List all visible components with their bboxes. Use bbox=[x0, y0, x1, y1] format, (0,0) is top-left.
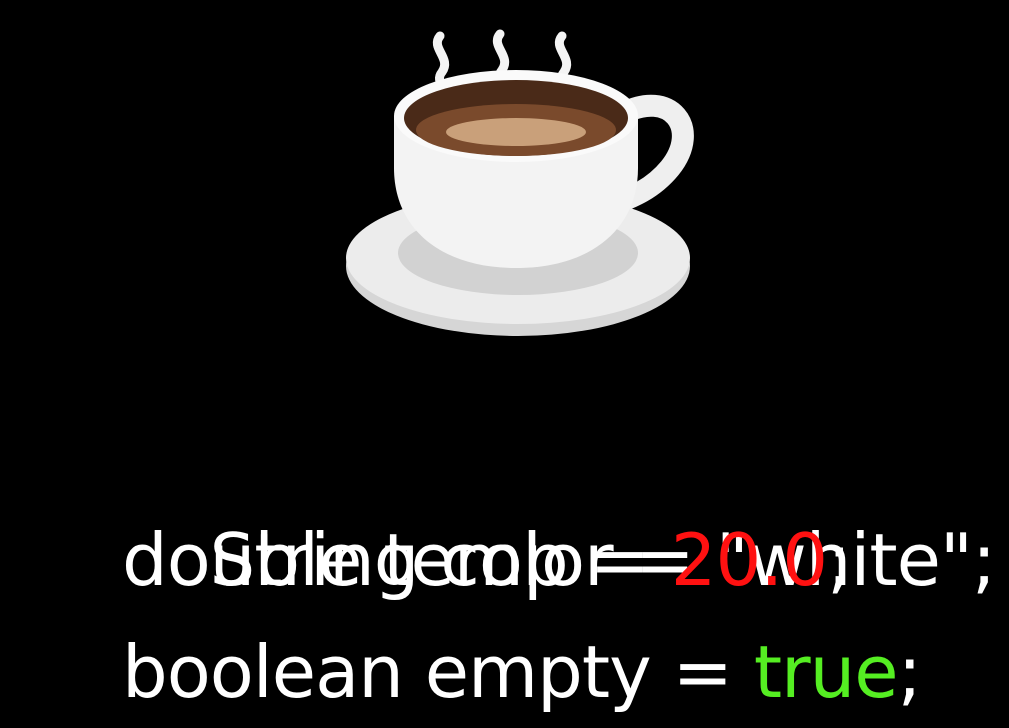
slide: { "colors": { "background": "#000000", "… bbox=[0, 0, 1009, 726]
boolean-declaration: boolean empty = bbox=[122, 630, 754, 714]
boolean-terminator: ; bbox=[897, 630, 922, 714]
code-line-string: String color = "white"; bbox=[122, 392, 1002, 602]
double-value: 20.0 bbox=[670, 518, 828, 602]
boolean-value: true bbox=[753, 630, 899, 714]
double-declaration: double temp = bbox=[122, 518, 671, 602]
coffee-cup-icon bbox=[346, 29, 694, 336]
code-line-boolean: boolean empty = true; bbox=[122, 616, 1002, 728]
code-line-double: double temp = 20.0; bbox=[122, 504, 1002, 616]
double-terminator: ; bbox=[827, 518, 851, 602]
code-block: String color = "white"; double temp = 20… bbox=[122, 392, 1002, 728]
